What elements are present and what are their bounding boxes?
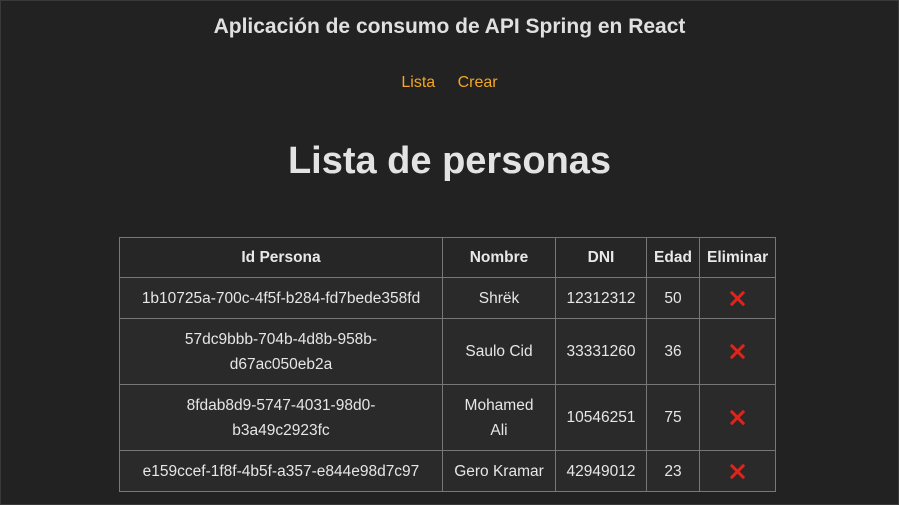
table-row: e159ccef-1f8f-4b5f-a357-e844e98d7c97 Ger… — [119, 450, 777, 492]
cell-eliminar — [698, 450, 777, 492]
cell-nombre: Gero Kramar — [442, 450, 556, 492]
cell-edad: 36 — [646, 318, 700, 385]
close-icon[interactable] — [729, 343, 746, 360]
cell-edad: 50 — [646, 277, 700, 319]
column-header-id: Id Persona — [119, 237, 443, 278]
table-row: 8fdab8d9-5747-4031-98d0-b3a49c2923fc Moh… — [119, 384, 777, 451]
cell-dni: 12312312 — [555, 277, 647, 319]
close-icon[interactable] — [729, 290, 746, 307]
close-icon[interactable] — [729, 409, 746, 426]
person-id: 57dc9bbb-704b-4d8b-958b-d67ac050eb2a — [184, 330, 378, 373]
cell-eliminar — [698, 318, 777, 385]
close-icon[interactable] — [729, 463, 746, 480]
nav-link-lista[interactable]: Lista — [401, 74, 435, 91]
cell-id: 57dc9bbb-704b-4d8b-958b-d67ac050eb2a — [119, 318, 443, 385]
cell-id: 1b10725a-700c-4f5f-b284-fd7bede358fd — [119, 277, 443, 319]
column-header-edad: Edad — [646, 237, 700, 278]
personas-table: Id Persona Nombre DNI Edad Eliminar 1b10… — [119, 237, 777, 492]
column-header-dni: DNI — [555, 237, 647, 278]
app-window: Aplicación de consumo de API Spring en R… — [0, 0, 899, 505]
page-title: Lista de personas — [287, 140, 612, 182]
cell-edad: 75 — [646, 384, 700, 451]
cell-nombre: Saulo Cid — [442, 318, 556, 385]
table-row: 57dc9bbb-704b-4d8b-958b-d67ac050eb2a Sau… — [119, 318, 777, 385]
person-id: 1b10725a-700c-4f5f-b284-fd7bede358fd — [141, 289, 421, 307]
app-title: Aplicación de consumo de API Spring en R… — [213, 15, 686, 38]
cell-eliminar — [698, 384, 777, 451]
cell-nombre: Mohamed Ali — [442, 384, 556, 451]
table-row: 1b10725a-700c-4f5f-b284-fd7bede358fd Shr… — [119, 277, 777, 319]
nav-link-crear[interactable]: Crear — [458, 74, 498, 91]
person-id: 8fdab8d9-5747-4031-98d0-b3a49c2923fc — [186, 396, 376, 439]
person-id: e159ccef-1f8f-4b5f-a357-e844e98d7c97 — [142, 462, 420, 480]
cell-edad: 23 — [646, 450, 700, 492]
column-header-nombre: Nombre — [442, 237, 556, 278]
cell-eliminar — [698, 277, 777, 319]
cell-id: e159ccef-1f8f-4b5f-a357-e844e98d7c97 — [119, 450, 443, 492]
cell-nombre: Shrëk — [442, 277, 556, 319]
cell-dni: 42949012 — [555, 450, 647, 492]
cell-id: 8fdab8d9-5747-4031-98d0-b3a49c2923fc — [119, 384, 443, 451]
person-name: Mohamed Ali — [464, 396, 534, 439]
table-header-row: Id Persona Nombre DNI Edad Eliminar — [119, 237, 777, 278]
cell-dni: 10546251 — [555, 384, 647, 451]
cell-dni: 33331260 — [555, 318, 647, 385]
column-header-eliminar: Eliminar — [698, 237, 777, 278]
main-nav: Lista Crear — [1, 74, 898, 92]
